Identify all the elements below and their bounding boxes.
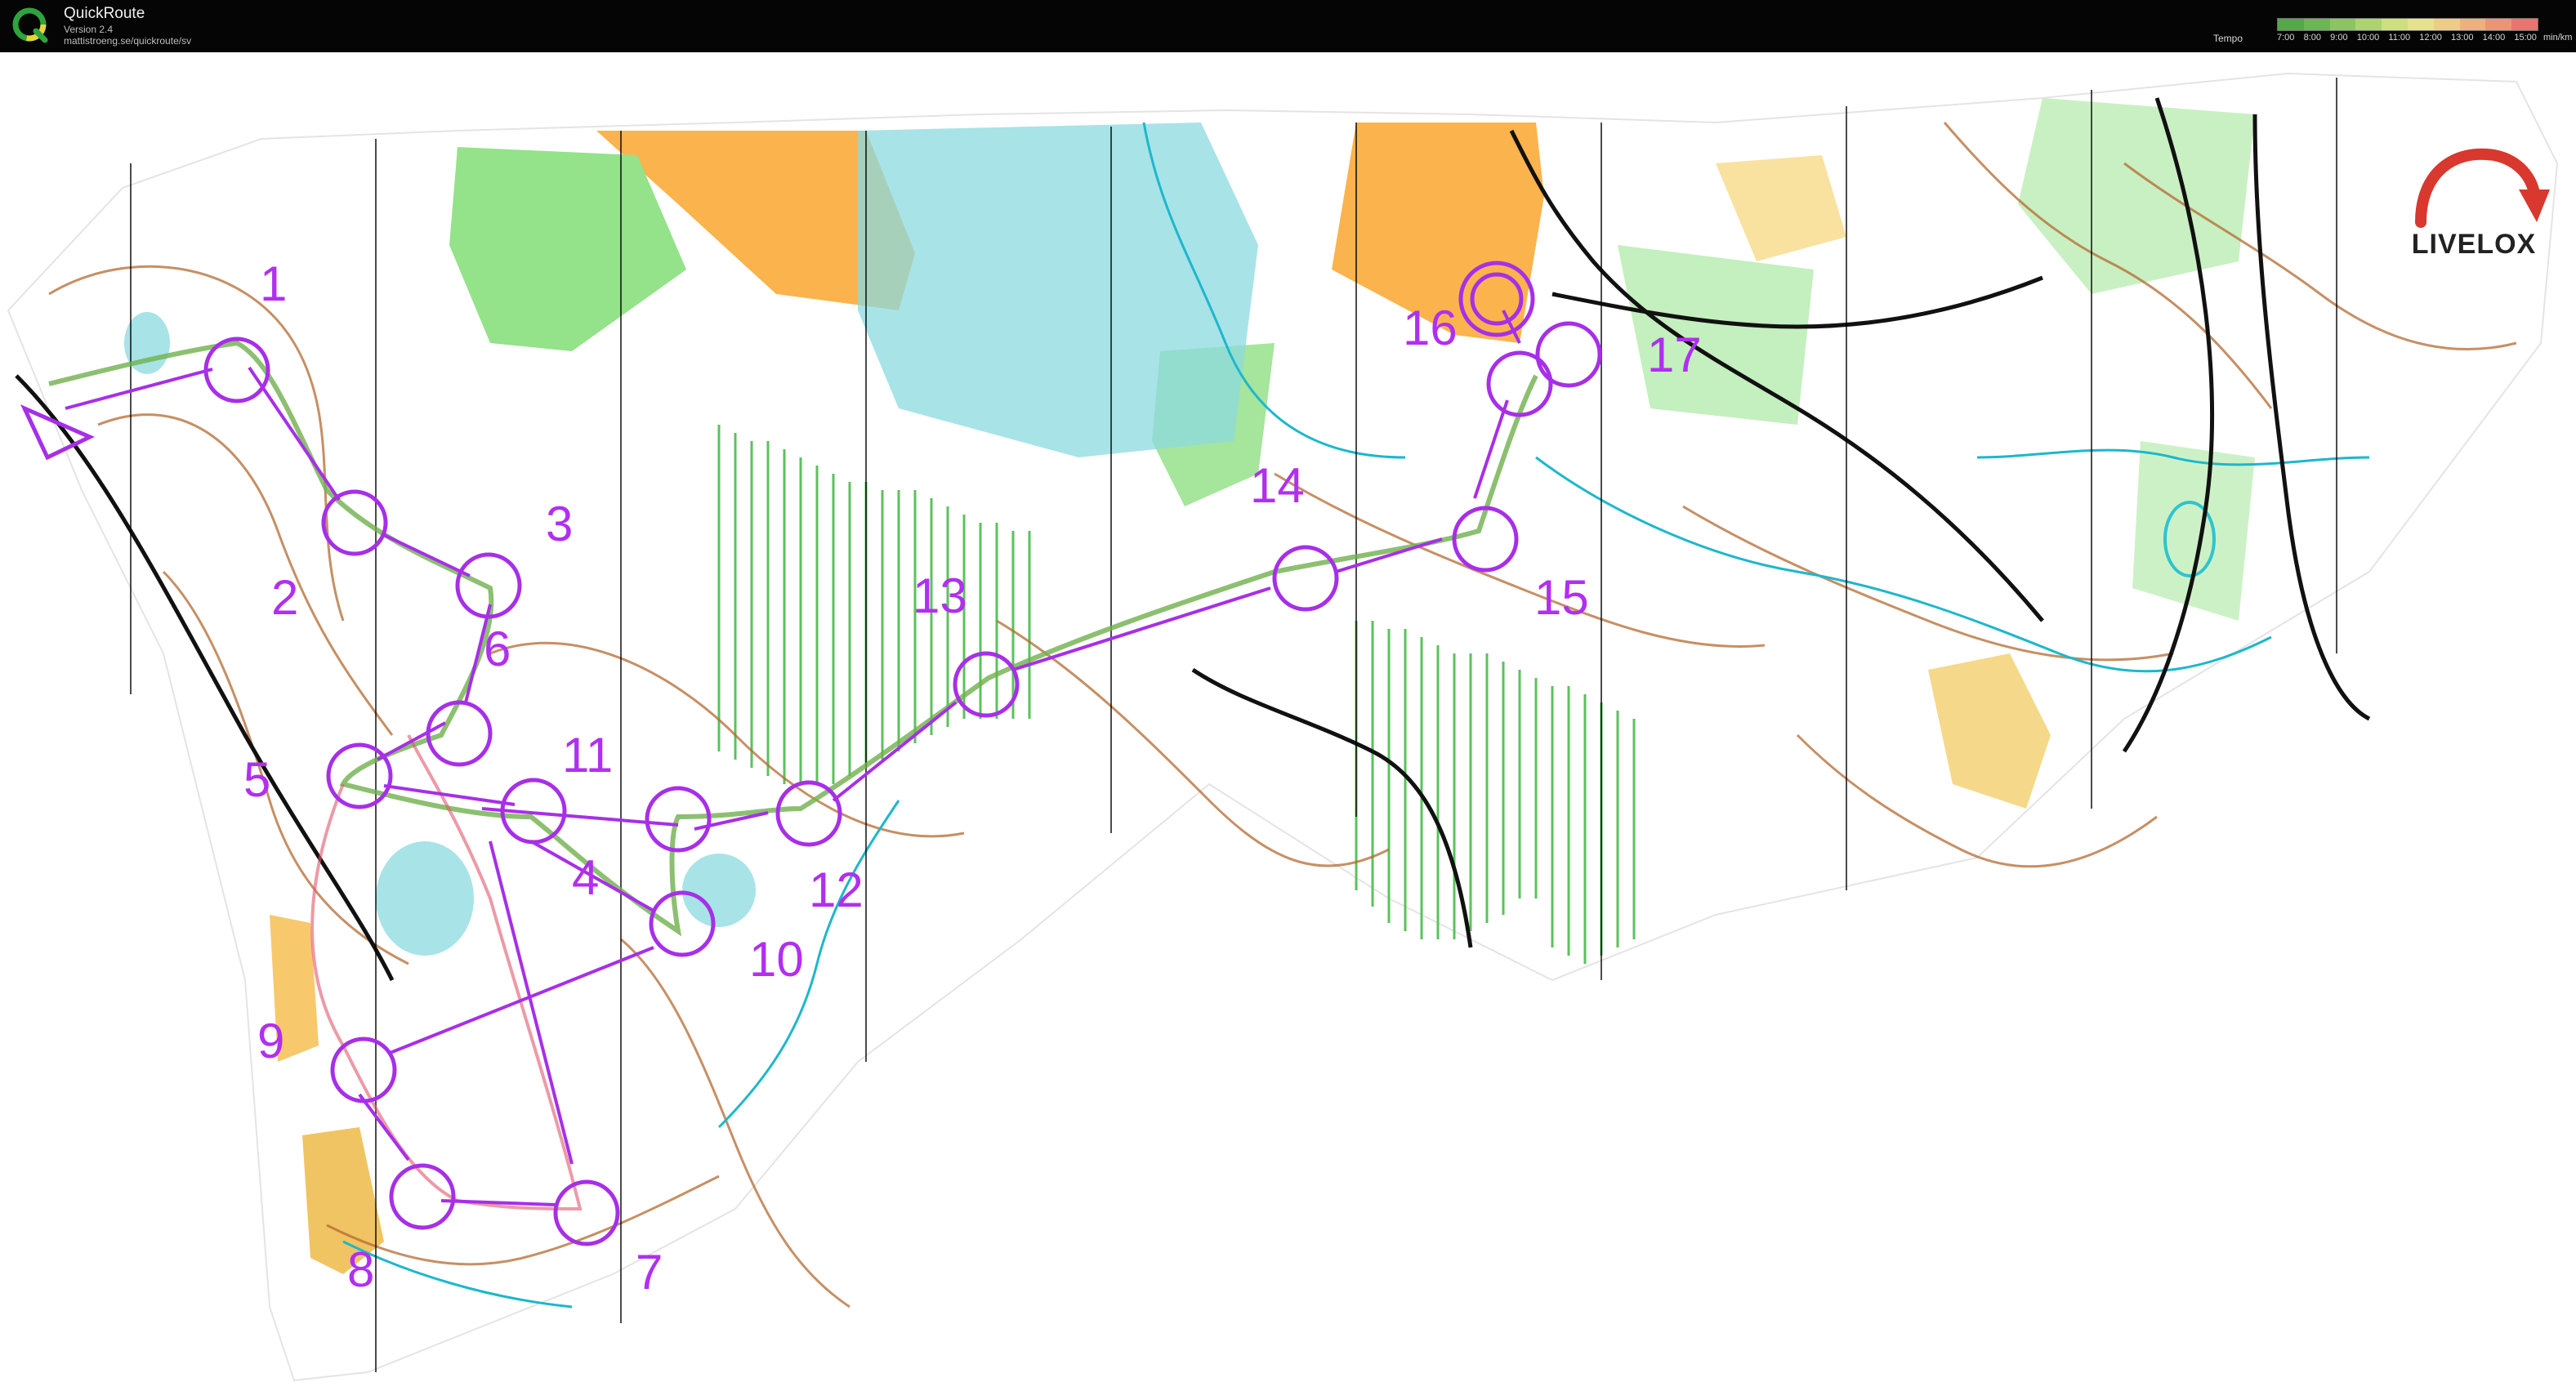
marsh-area	[682, 854, 756, 927]
control-number-14: 14	[1250, 458, 1305, 513]
tempo-tick-label: 12:00	[2419, 33, 2442, 42]
tempo-color-cell	[2407, 19, 2434, 30]
tempo-legend: Tempo 7:00 8:00 9:00 10:00 11:00 12:00 13:00 14…	[2213, 13, 2572, 46]
curved-arrow-icon	[2415, 148, 2550, 228]
livelox-brand: LIVELOX	[2411, 229, 2537, 260]
marsh-area	[376, 841, 474, 956]
tempo-tick-label: 10:00	[2356, 33, 2380, 42]
tempo-tick-label: 7:00	[2277, 33, 2295, 42]
control-number-6: 6	[484, 622, 511, 676]
control-number-2: 2	[271, 570, 298, 625]
quickroute-logo-icon	[12, 7, 48, 43]
control-number-10: 10	[749, 932, 804, 987]
marsh-area	[858, 123, 1258, 457]
map-canvas[interactable]: 12345678910111213141516 17	[0, 52, 2576, 1391]
tempo-tick-label: 15:00	[2514, 33, 2537, 42]
control-number-12: 12	[809, 863, 864, 917]
title-bar: QuickRoute Version 2.4 mattistroeng.se/q…	[0, 0, 2576, 52]
tempo-color-cell	[2511, 19, 2538, 30]
tempo-color-cell	[2329, 19, 2356, 30]
control-number-9: 9	[257, 1014, 284, 1068]
tempo-unit: min/km	[2543, 33, 2573, 42]
control-number-3: 3	[546, 497, 573, 551]
control-number-11: 11	[562, 728, 613, 782]
livelox-watermark: LIVELOX	[2396, 132, 2551, 271]
control-number-8: 8	[347, 1242, 374, 1297]
control-number-4: 4	[572, 850, 599, 905]
tempo-tick-label: 11:00	[2388, 33, 2411, 42]
tempo-color-cell	[2382, 19, 2408, 30]
tempo-label: Tempo	[2213, 33, 2243, 44]
tempo-color-cell	[2355, 19, 2382, 30]
tempo-color-scale	[2277, 18, 2538, 31]
app-version: Version 2.4	[64, 24, 114, 35]
control-number-15: 15	[1534, 570, 1589, 625]
tempo-color-cell	[2459, 19, 2486, 30]
control-number-17: 17	[1647, 328, 1702, 382]
tempo-tick-label: 14:00	[2482, 33, 2506, 42]
tempo-tick-label: 13:00	[2450, 33, 2474, 42]
control-number-13: 13	[913, 568, 967, 623]
tempo-color-cell	[2485, 19, 2512, 30]
control-number-7: 7	[636, 1245, 663, 1300]
tempo-color-cell	[2278, 19, 2304, 30]
control-number-5: 5	[243, 752, 270, 807]
app-title: QuickRoute	[64, 5, 145, 22]
tempo-color-cell	[2433, 19, 2460, 30]
tempo-tick-label: 9:00	[2330, 33, 2348, 42]
control-number-16: 16	[1403, 301, 1458, 355]
app-url: mattistroeng.se/quickroute/sv	[64, 35, 192, 47]
orienteering-map[interactable]: 1 2 3 4 5 6 7 8 9 10 11 12 13 14 15 16 17 LIVELOX	[0, 52, 2576, 1391]
tempo-tick-label: 8:00	[2303, 33, 2321, 42]
control-number-1: 1	[260, 256, 287, 311]
tempo-ticks: 7:00 8:00 9:00 10:00 11:00 12:00 13:00 14:00 15:…	[2277, 33, 2537, 42]
tempo-color-cell	[2303, 19, 2330, 30]
